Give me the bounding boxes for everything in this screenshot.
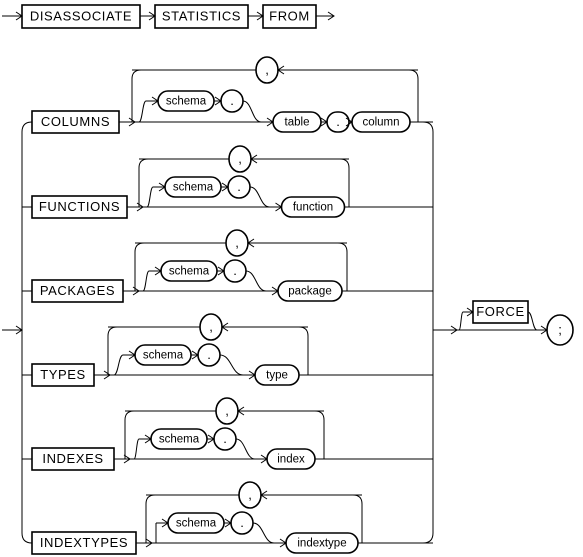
header-keyword-0-label: DISASSOCIATE [30, 8, 132, 23]
row-packages-schema-up [142, 270, 150, 292]
row-packages-object-0-label: package [288, 286, 331, 298]
row-indextypes-schema-down [252, 522, 275, 544]
row-functions-object-0-label: function [293, 202, 333, 214]
row-indexes-schema-down [235, 438, 256, 460]
row-columns-keyword-label: COLUMNS [41, 114, 110, 129]
row-types-keyword-label: TYPES [40, 367, 86, 382]
tail-terminator-label: ; [558, 322, 562, 337]
tail-force-label: FORCE [476, 304, 525, 319]
row-indexes-comma-label: , [225, 403, 229, 418]
right-rail [422, 121, 434, 544]
row-functions-schema-down [249, 186, 270, 208]
row-types-comma-label: , [209, 319, 213, 334]
row-columns-schema-dot-label: . [230, 93, 234, 108]
tail-force-up [458, 311, 464, 331]
row-indexes-object-0-label: index [277, 454, 305, 466]
row-columns-schema-down [242, 100, 262, 123]
row-types-schema-dot-label: . [207, 347, 211, 362]
row-indextypes-object-0-label: indextype [297, 538, 346, 550]
row-functions-keyword-label: FUNCTIONS [39, 199, 120, 214]
row-columns-schema-up [138, 100, 147, 123]
row-columns-object-2-label: column [362, 117, 399, 129]
row-columns-object-0-label: table [285, 117, 310, 129]
tail-force-down [527, 311, 538, 331]
row-indexes-schema-dot-label: . [223, 431, 227, 446]
railroad-canvas: DISASSOCIATE STATISTICS FROM COLUMNS schema.… [2, 4, 574, 555]
row-indexes-schema-up [133, 438, 140, 460]
row-packages-schema-label: schema [169, 266, 210, 278]
row-types-schema-down [219, 354, 244, 376]
row-types-schema-up [113, 354, 124, 376]
row-indexes-keyword-label: INDEXES [42, 451, 103, 466]
row-functions-schema-up [146, 186, 154, 208]
row-types-schema-label: schema [143, 350, 184, 362]
syntax-diagram: DISASSOCIATE STATISTICS FROM COLUMNS schema.… [0, 0, 583, 557]
row-functions-comma-label: , [238, 151, 242, 166]
row-indextypes-schema-dot-label: . [240, 515, 244, 530]
header-keyword-2-label: FROM [269, 8, 310, 23]
row-columns-object-1-label: . [336, 114, 340, 129]
row-columns-schema-label: schema [166, 96, 207, 108]
row-indextypes-comma-label: , [248, 487, 252, 502]
left-rail [21, 121, 33, 544]
row-indextypes-schema-label: schema [176, 518, 217, 530]
row-packages-schema-dot-label: . [233, 263, 237, 278]
row-packages-comma-label: , [235, 235, 239, 250]
row-packages-schema-down [245, 270, 267, 292]
row-indexes-schema-label: schema [159, 434, 200, 446]
header-keyword-1-label: STATISTICS [162, 8, 241, 23]
row-columns-comma-label: , [265, 62, 269, 77]
row-types-object-0-label: type [266, 370, 288, 382]
row-packages-keyword-label: PACKAGES [40, 283, 115, 298]
row-indextypes-keyword-label: INDEXTYPES [40, 535, 128, 550]
row-functions-schema-dot-label: . [237, 179, 241, 194]
row-functions-schema-label: schema [173, 182, 214, 194]
